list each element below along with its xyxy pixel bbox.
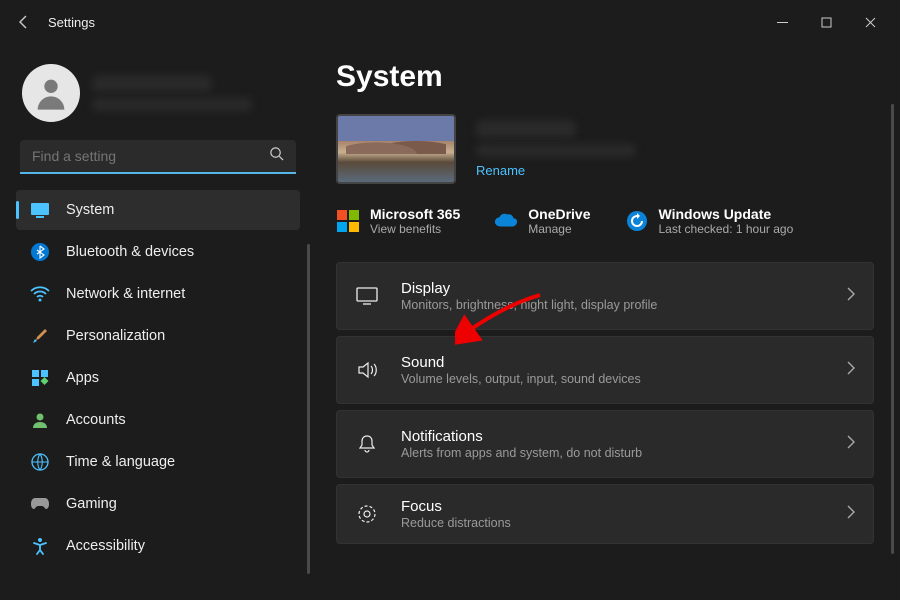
profile-name-redacted: [92, 75, 300, 111]
window-title: Settings: [48, 15, 95, 30]
device-thumbnail[interactable]: [336, 114, 456, 184]
monitor-icon: [355, 284, 379, 308]
person-icon: [30, 410, 50, 430]
card-sub: Alerts from apps and system, do not dist…: [401, 446, 825, 460]
wifi-icon: [30, 284, 50, 304]
main-layout: System Bluetooth & devices Network & int…: [0, 44, 900, 600]
globe-icon: [30, 452, 50, 472]
card-title: Sound: [401, 354, 825, 371]
status-title: Microsoft 365: [370, 206, 460, 222]
device-model-redacted: [476, 144, 636, 157]
card-sub: Monitors, brightness, night light, displ…: [401, 298, 825, 312]
setting-notifications[interactable]: NotificationsAlerts from apps and system…: [336, 410, 874, 478]
sidebar: System Bluetooth & devices Network & int…: [0, 44, 310, 600]
microsoft-icon: [336, 209, 360, 233]
search-icon: [269, 146, 284, 166]
setting-focus[interactable]: FocusReduce distractions: [336, 484, 874, 544]
setting-display[interactable]: DisplayMonitors, brightness, night light…: [336, 262, 874, 330]
gamepad-icon: [30, 494, 50, 514]
page-title: System: [336, 60, 874, 94]
sound-icon: [355, 358, 379, 382]
update-icon: [625, 209, 649, 233]
device-info: Rename: [476, 120, 636, 178]
nav-item-personalization[interactable]: Personalization: [16, 316, 300, 356]
card-title: Notifications: [401, 428, 825, 445]
nav-item-accounts[interactable]: Accounts: [16, 400, 300, 440]
content-scrollbar[interactable]: [891, 104, 894, 554]
accessibility-icon: [30, 536, 50, 556]
profile-block[interactable]: [22, 64, 300, 122]
back-button[interactable]: [8, 6, 40, 38]
nav-item-bluetooth[interactable]: Bluetooth & devices: [16, 232, 300, 272]
chevron-right-icon: [847, 505, 855, 524]
card-sub: Reduce distractions: [401, 516, 825, 530]
nav-label: Personalization: [66, 328, 165, 344]
card-title: Display: [401, 280, 825, 297]
close-button[interactable]: [848, 6, 892, 38]
status-title: OneDrive: [528, 206, 590, 222]
minimize-button[interactable]: [760, 6, 804, 38]
nav-label: Accounts: [66, 412, 126, 428]
setting-sound[interactable]: SoundVolume levels, output, input, sound…: [336, 336, 874, 404]
nav-item-time-language[interactable]: Time & language: [16, 442, 300, 482]
card-title: Focus: [401, 498, 825, 515]
status-windows-update[interactable]: Windows UpdateLast checked: 1 hour ago: [625, 206, 794, 236]
status-ms365[interactable]: Microsoft 365View benefits: [336, 206, 460, 236]
nav-label: Gaming: [66, 496, 117, 512]
rename-link[interactable]: Rename: [476, 163, 636, 178]
focus-icon: [355, 502, 379, 526]
status-title: Windows Update: [659, 206, 794, 222]
content-pane: System Rename Microsoft 365View benefits…: [310, 44, 900, 600]
bell-icon: [355, 432, 379, 456]
window-controls: [760, 6, 892, 38]
device-row: Rename: [336, 114, 874, 184]
chevron-right-icon: [847, 287, 855, 306]
nav-item-apps[interactable]: Apps: [16, 358, 300, 398]
chevron-right-icon: [847, 435, 855, 454]
apps-icon: [30, 368, 50, 388]
nav-label: Bluetooth & devices: [66, 244, 194, 260]
chevron-right-icon: [847, 361, 855, 380]
nav-label: System: [66, 202, 114, 218]
nav-label: Time & language: [66, 454, 175, 470]
maximize-button[interactable]: [804, 6, 848, 38]
nav-item-accessibility[interactable]: Accessibility: [16, 526, 300, 566]
nav-label: Apps: [66, 370, 99, 386]
status-sub: View benefits: [370, 222, 460, 236]
bluetooth-icon: [30, 242, 50, 262]
nav-item-system[interactable]: System: [16, 190, 300, 230]
onedrive-icon: [494, 209, 518, 233]
search-box[interactable]: [20, 140, 296, 174]
card-sub: Volume levels, output, input, sound devi…: [401, 372, 825, 386]
avatar: [22, 64, 80, 122]
brush-icon: [30, 326, 50, 346]
status-onedrive[interactable]: OneDriveManage: [494, 206, 590, 236]
display-icon: [30, 200, 50, 220]
titlebar: Settings: [0, 0, 900, 44]
status-row: Microsoft 365View benefits OneDriveManag…: [336, 206, 874, 236]
search-input[interactable]: [32, 148, 269, 164]
status-sub: Manage: [528, 222, 590, 236]
nav-list: System Bluetooth & devices Network & int…: [16, 190, 300, 590]
nav-item-gaming[interactable]: Gaming: [16, 484, 300, 524]
nav-label: Accessibility: [66, 538, 145, 554]
nav-label: Network & internet: [66, 286, 185, 302]
nav-item-network[interactable]: Network & internet: [16, 274, 300, 314]
status-sub: Last checked: 1 hour ago: [659, 222, 794, 236]
device-name-redacted: [476, 120, 576, 138]
settings-list: DisplayMonitors, brightness, night light…: [336, 262, 874, 544]
